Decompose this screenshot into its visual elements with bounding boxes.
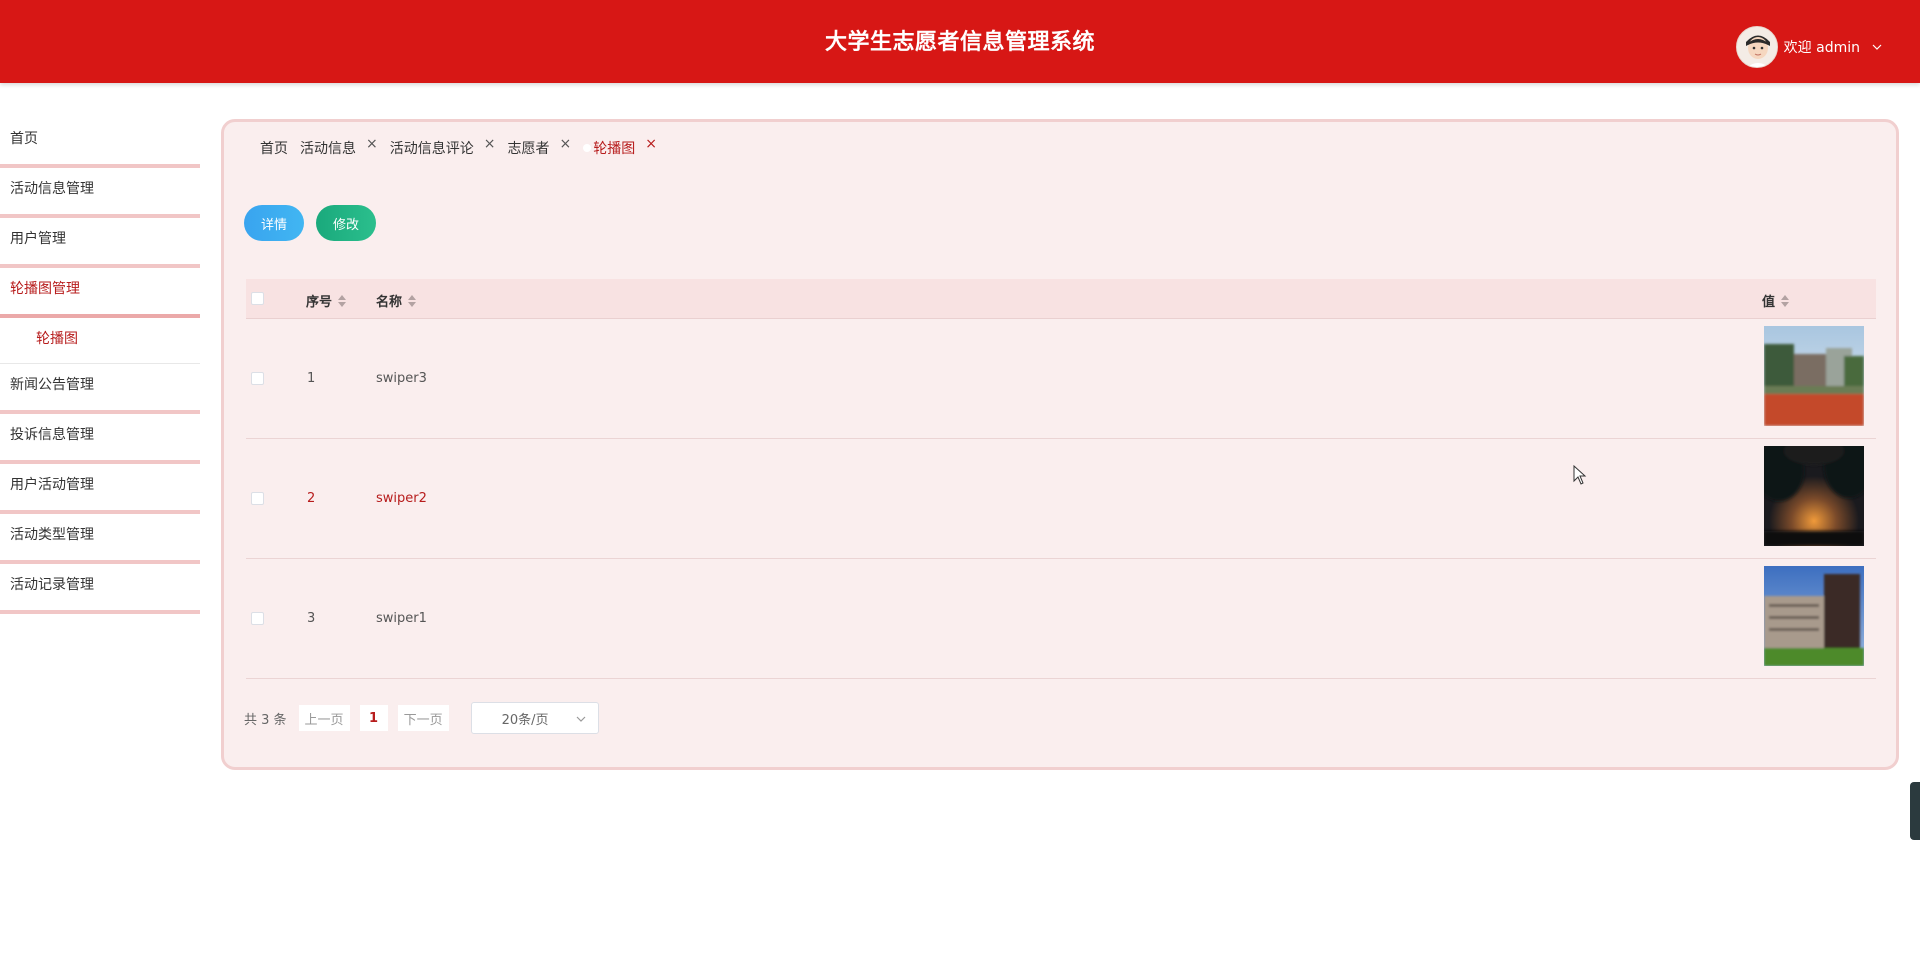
close-icon[interactable]: × bbox=[366, 136, 378, 152]
tab-volunteers[interactable]: 志愿者 × bbox=[507, 136, 571, 158]
sidebar-item-label: 活动类型管理 bbox=[10, 527, 94, 543]
side-drawer-handle[interactable] bbox=[1910, 782, 1920, 840]
tab-carousel[interactable]: 轮播图 × bbox=[583, 136, 657, 158]
page-number-button[interactable]: 1 bbox=[359, 705, 388, 731]
tab-label: 活动信息评论 bbox=[389, 141, 474, 157]
top-header: 大学生志愿者信息管理系统 欢迎 admin bbox=[0, 0, 1920, 83]
sidebar: 首页 活动信息管理 用户管理 轮播图管理 轮播图 新闻公告管理 投诉信息管理 用… bbox=[0, 118, 200, 614]
sidebar-item-label: 首页 bbox=[10, 131, 38, 147]
tab-home[interactable]: 首页 bbox=[260, 138, 288, 158]
close-icon[interactable]: × bbox=[484, 136, 496, 152]
header-index[interactable]: 序号 bbox=[306, 291, 347, 310]
header-value[interactable]: 值 bbox=[1762, 291, 1790, 310]
table-row[interactable]: 1 swiper3 bbox=[246, 319, 1876, 439]
sidebar-item-users[interactable]: 用户管理 bbox=[0, 218, 200, 268]
sidebar-item-label: 活动信息管理 bbox=[10, 181, 94, 197]
main-panel: 首页 活动信息 × 活动信息评论 × 志愿者 × 轮播图 × 详情 修改 序号 bbox=[221, 119, 1899, 770]
sort-icon[interactable] bbox=[408, 294, 417, 307]
sidebar-item-carousel[interactable]: 轮播图管理 bbox=[0, 268, 200, 318]
sort-icon[interactable] bbox=[1781, 294, 1790, 307]
prev-page-button[interactable]: 上一页 bbox=[298, 705, 350, 731]
tab-label: 志愿者 bbox=[507, 141, 550, 157]
sidebar-item-user-activity[interactable]: 用户活动管理 bbox=[0, 464, 200, 514]
user-menu[interactable]: 欢迎 admin bbox=[1735, 26, 1882, 68]
chevron-down-icon bbox=[576, 716, 586, 722]
sidebar-item-label: 投诉信息管理 bbox=[10, 427, 94, 443]
chevron-down-icon[interactable] bbox=[1872, 42, 1882, 52]
table-row[interactable]: 3 swiper1 bbox=[246, 559, 1876, 679]
pagination: 共 3 条 上一页 1 下一页 20条/页 bbox=[244, 702, 599, 734]
sidebar-item-label: 用户管理 bbox=[10, 231, 66, 247]
welcome-text: 欢迎 admin bbox=[1783, 40, 1860, 56]
header-label: 名称 bbox=[376, 295, 403, 310]
header-name[interactable]: 名称 bbox=[376, 291, 417, 310]
cell-index: 3 bbox=[307, 611, 316, 626]
sidebar-item-activity-record[interactable]: 活动记录管理 bbox=[0, 564, 200, 614]
cell-name: swiper2 bbox=[376, 491, 427, 506]
page-size-value: 20条/页 bbox=[501, 712, 549, 728]
menu-divider bbox=[0, 610, 200, 614]
sidebar-item-complaints[interactable]: 投诉信息管理 bbox=[0, 414, 200, 464]
avatar[interactable] bbox=[1735, 26, 1778, 68]
close-icon[interactable]: × bbox=[645, 136, 657, 152]
select-all-checkbox[interactable] bbox=[251, 292, 264, 305]
tab-label: 活动信息 bbox=[300, 141, 356, 157]
next-page-button[interactable]: 下一页 bbox=[397, 705, 449, 731]
carousel-table: 序号 名称 值 1 swiper3 2 swiper2 3 swiper1 bbox=[246, 279, 1876, 679]
row-checkbox[interactable] bbox=[251, 612, 264, 625]
detail-button[interactable]: 详情 bbox=[244, 205, 304, 241]
sidebar-item-home[interactable]: 首页 bbox=[0, 118, 200, 168]
row-checkbox[interactable] bbox=[251, 372, 264, 385]
mouse-cursor-icon bbox=[1573, 465, 1587, 485]
header-label: 序号 bbox=[306, 295, 333, 310]
sidebar-subitem-label: 轮播图 bbox=[36, 331, 78, 347]
sort-icon[interactable] bbox=[338, 294, 347, 307]
sidebar-item-label: 新闻公告管理 bbox=[10, 377, 94, 393]
active-dot-icon bbox=[583, 144, 592, 152]
total-count: 共 3 条 bbox=[244, 712, 287, 728]
header-label: 值 bbox=[1762, 295, 1776, 310]
cell-name: swiper3 bbox=[376, 371, 427, 386]
tab-label: 首页 bbox=[260, 141, 288, 157]
sidebar-item-label: 活动记录管理 bbox=[10, 577, 94, 593]
cell-name: swiper1 bbox=[376, 611, 427, 626]
carousel-thumbnail[interactable] bbox=[1764, 326, 1864, 426]
cell-index: 1 bbox=[307, 371, 316, 386]
cell-index: 2 bbox=[307, 491, 316, 506]
table-row[interactable]: 2 swiper2 bbox=[246, 439, 1876, 559]
sidebar-item-label: 用户活动管理 bbox=[10, 477, 94, 493]
sidebar-item-news[interactable]: 新闻公告管理 bbox=[0, 364, 200, 414]
row-checkbox[interactable] bbox=[251, 492, 264, 505]
carousel-thumbnail[interactable] bbox=[1764, 566, 1864, 666]
sidebar-item-activity-type[interactable]: 活动类型管理 bbox=[0, 514, 200, 564]
tab-label: 轮播图 bbox=[593, 141, 636, 157]
page-size-select[interactable]: 20条/页 bbox=[470, 702, 599, 734]
tab-activity-info[interactable]: 活动信息 × bbox=[300, 136, 378, 158]
sidebar-item-activity-info[interactable]: 活动信息管理 bbox=[0, 168, 200, 218]
sidebar-subitem-carousel[interactable]: 轮播图 bbox=[0, 318, 200, 364]
tab-activity-comments[interactable]: 活动信息评论 × bbox=[389, 136, 496, 158]
edit-button[interactable]: 修改 bbox=[316, 205, 376, 241]
tab-bar: 首页 活动信息 × 活动信息评论 × 志愿者 × 轮播图 × bbox=[260, 136, 669, 159]
close-icon[interactable]: × bbox=[559, 136, 571, 152]
carousel-thumbnail[interactable] bbox=[1764, 446, 1864, 546]
table-header: 序号 名称 值 bbox=[246, 279, 1876, 319]
app-title: 大学生志愿者信息管理系统 bbox=[824, 30, 1095, 55]
sidebar-item-label: 轮播图管理 bbox=[10, 281, 80, 297]
